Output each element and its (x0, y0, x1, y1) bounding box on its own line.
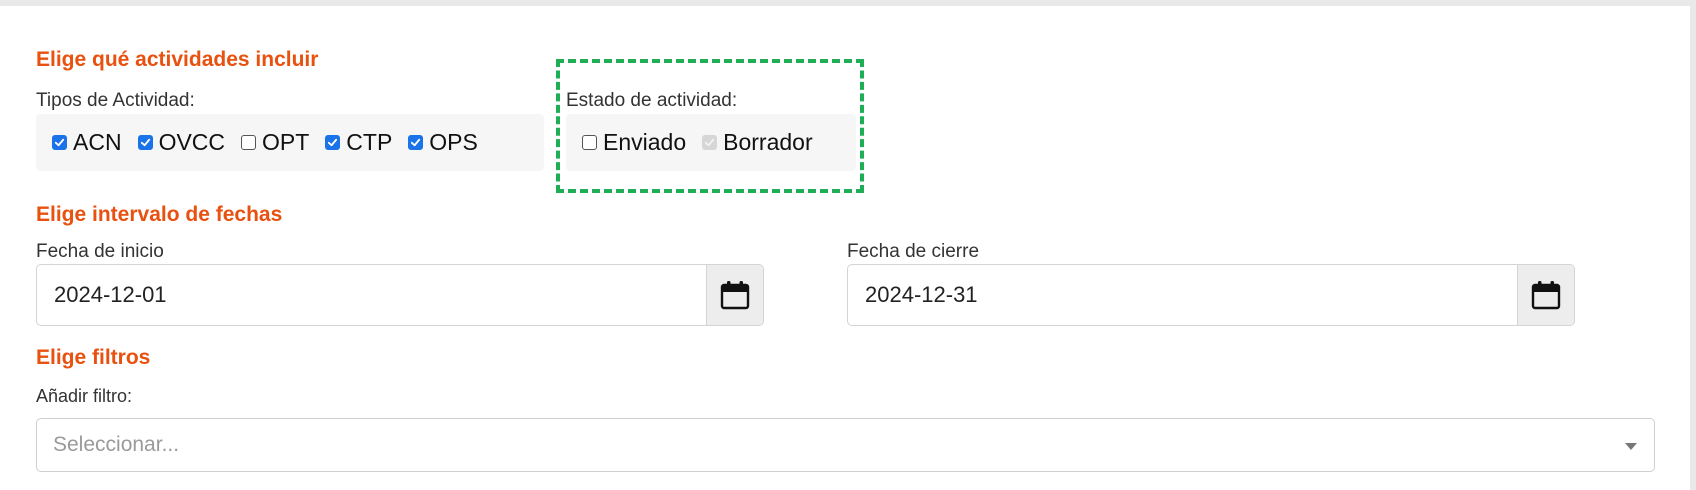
start-date-picker-button[interactable] (706, 265, 763, 325)
checkbox-ctp[interactable]: CTP (325, 129, 392, 156)
checkbox-icon[interactable] (52, 135, 67, 150)
start-date-label: Fecha de inicio (36, 241, 164, 262)
status-highlight-box (556, 59, 864, 193)
checkbox-icon[interactable] (325, 135, 341, 150)
checkbox-ops[interactable]: OPS (408, 129, 478, 156)
check-icon (140, 138, 150, 147)
checkbox-acn[interactable]: ACN (52, 129, 122, 156)
end-date-field[interactable]: 2024-12-31 (847, 264, 1575, 326)
checkbox-label: OPT (262, 129, 310, 155)
section-title-activities: Elige qué actividades incluir (36, 48, 319, 71)
checkbox-ovcc[interactable]: OVCC (137, 129, 226, 156)
add-filter-label: Añadir filtro: (36, 386, 133, 406)
filter-select-placeholder: Seleccionar... (53, 433, 180, 456)
calendar-icon (1531, 281, 1561, 310)
checkbox-label: OPS (429, 129, 478, 155)
chevron-down-icon[interactable] (1625, 443, 1637, 450)
section-title-dates: Elige intervalo de fechas (36, 203, 283, 226)
filter-select[interactable]: Seleccionar... (36, 418, 1655, 472)
activity-types-group: ACN OVCC OPT CTP OPS (36, 114, 544, 171)
end-date-label: Fecha de cierre (847, 241, 980, 262)
end-date-picker-button[interactable] (1517, 265, 1574, 325)
check-icon (328, 138, 338, 147)
section-title-filters: Elige filtros (36, 346, 151, 369)
checkbox-icon[interactable] (408, 135, 424, 150)
checkbox-icon[interactable] (241, 135, 257, 150)
right-scroll-edge (1690, 0, 1696, 490)
activity-types-label: Tipos de Actividad: (36, 90, 195, 111)
calendar-icon (720, 281, 750, 310)
checkbox-label: ACN (73, 129, 122, 155)
top-divider (0, 0, 1696, 6)
start-date-input[interactable]: 2024-12-01 (37, 265, 706, 325)
end-date-input[interactable]: 2024-12-31 (848, 265, 1517, 325)
checkbox-label: CTP (346, 129, 393, 155)
check-icon (54, 138, 65, 147)
checkbox-label: OVCC (158, 129, 226, 155)
check-icon (411, 138, 421, 147)
start-date-field[interactable]: 2024-12-01 (36, 264, 764, 326)
checkbox-opt[interactable]: OPT (241, 129, 309, 156)
checkbox-icon[interactable] (137, 135, 153, 150)
